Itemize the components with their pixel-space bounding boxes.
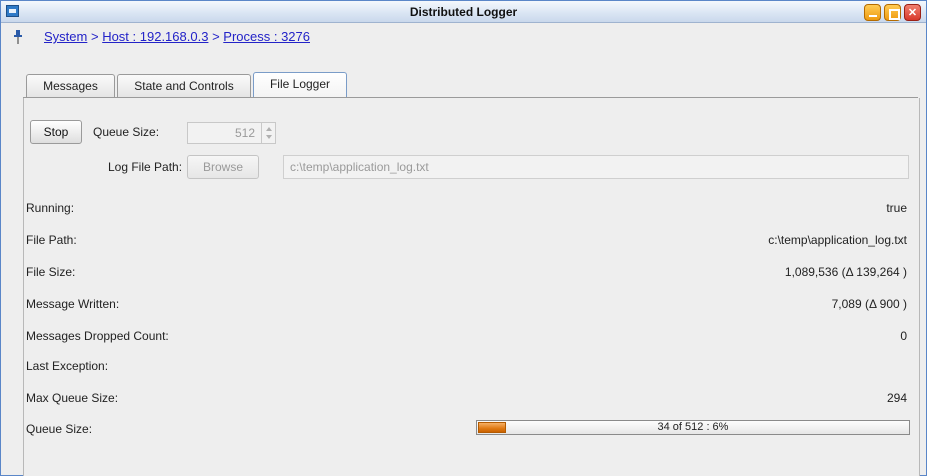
- queue-progress-text: 34 of 512 : 6%: [657, 421, 729, 433]
- spinner-down-icon[interactable]: [266, 135, 272, 139]
- running-value: true: [886, 201, 907, 215]
- log-file-path-label: Log File Path:: [108, 160, 183, 174]
- queue-progress-bar: 34 of 512 : 6%: [476, 420, 910, 435]
- breadcrumb-separator: >: [90, 29, 99, 44]
- pin-icon[interactable]: [14, 30, 22, 44]
- file-path-label: File Path:: [26, 233, 77, 247]
- queue-size-value: 512: [234, 126, 255, 140]
- file-size-value: 1,089,536 (Δ 139,264 ): [784, 265, 907, 279]
- logger-window: Distributed Logger ✕ System > Host : 192…: [0, 0, 927, 476]
- last-exception-label: Last Exception:: [26, 359, 109, 373]
- breadcrumb-process-link[interactable]: Process : 3276: [223, 29, 310, 44]
- queue-size-stat-label: Queue Size:: [26, 422, 93, 436]
- breadcrumb-host-link[interactable]: Host : 192.168.0.3: [102, 29, 208, 44]
- breadcrumb: System > Host : 192.168.0.3 > Process : …: [2, 24, 925, 50]
- tab-file-logger[interactable]: File Logger: [253, 72, 347, 98]
- spinner-arrows[interactable]: [261, 123, 275, 143]
- stop-button[interactable]: Stop: [30, 120, 82, 144]
- window-title: Distributed Logger: [409, 5, 518, 19]
- minimize-button[interactable]: [864, 4, 881, 21]
- max-queue-size-label: Max Queue Size:: [26, 391, 119, 405]
- breadcrumb-system-link[interactable]: System: [44, 29, 87, 44]
- spinner-up-icon[interactable]: [266, 127, 272, 131]
- messages-dropped-value: 0: [900, 329, 907, 343]
- maximize-button[interactable]: [884, 4, 901, 21]
- queue-size-spinner[interactable]: 512: [187, 122, 276, 144]
- file-path-value: c:\temp\application_log.txt: [768, 233, 907, 247]
- message-written-label: Message Written:: [26, 297, 120, 311]
- browse-button[interactable]: Browse: [187, 155, 259, 179]
- log-file-path-field[interactable]: c:\temp\application_log.txt: [283, 155, 909, 179]
- breadcrumb-separator: >: [212, 29, 220, 44]
- messages-dropped-label: Messages Dropped Count:: [26, 329, 169, 343]
- tab-state-and-controls[interactable]: State and Controls: [117, 74, 251, 98]
- tab-messages[interactable]: Messages: [26, 74, 115, 98]
- close-button[interactable]: ✕: [904, 4, 921, 21]
- message-written-value: 7,089 (Δ 900 ): [831, 297, 907, 311]
- file-size-label: File Size:: [26, 265, 76, 279]
- title-bar[interactable]: Distributed Logger ✕: [1, 1, 926, 23]
- running-label: Running:: [26, 201, 75, 215]
- breadcrumb-path: System > Host : 192.168.0.3 > Process : …: [44, 29, 310, 44]
- max-queue-size-value: 294: [886, 391, 907, 405]
- queue-size-label: Queue Size:: [93, 125, 160, 139]
